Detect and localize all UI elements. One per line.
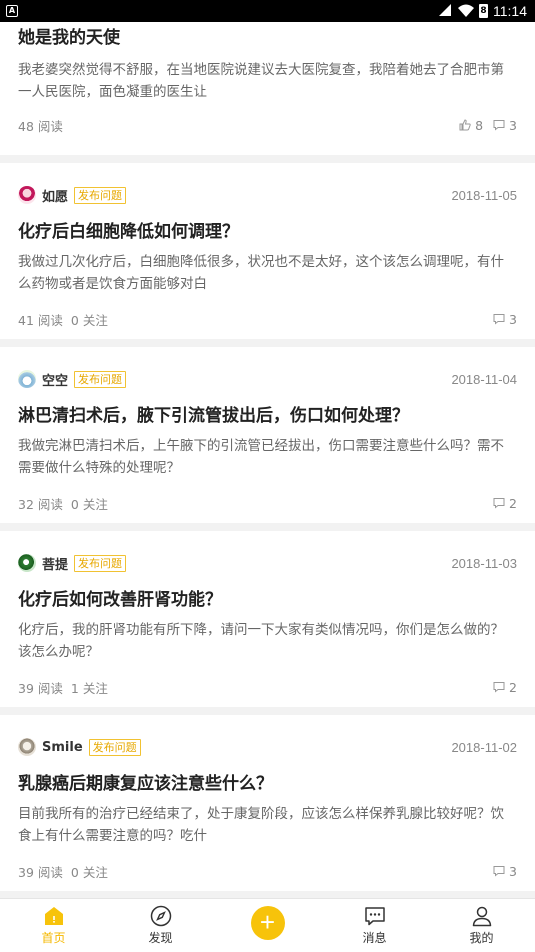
signal-icon bbox=[439, 4, 451, 16]
post-type-badge: 发布问题 bbox=[74, 186, 127, 204]
post-date: 2018-11-05 bbox=[451, 187, 517, 203]
avatar[interactable] bbox=[18, 186, 36, 204]
compass-icon bbox=[150, 905, 171, 927]
post-excerpt: 目前我所有的治疗已经结束了，处于康复阶段，应该怎么样保养乳腺比较好呢？饮食上有什… bbox=[18, 806, 504, 844]
post-title[interactable]: 化疗后如何改善肝肾功能？ bbox=[18, 587, 517, 613]
comment-count: 3 bbox=[509, 311, 517, 327]
tab-home-label: 首页 bbox=[41, 931, 66, 945]
post-date: 2018-11-03 bbox=[451, 555, 517, 571]
post-excerpt: 我做过几次化疗后，白细胞降低很多，状况也不是太好，这个该怎么调理呢，有什么药物或… bbox=[18, 254, 504, 292]
comment-button[interactable]: 2 bbox=[493, 680, 517, 695]
battery-icon: 8 bbox=[479, 4, 488, 18]
author-row: 菩提 发布问题 2018-11-03 bbox=[18, 553, 517, 573]
wifi-icon bbox=[458, 4, 474, 17]
read-count: 41 阅读 bbox=[18, 312, 63, 328]
like-button[interactable]: 8 bbox=[459, 118, 483, 133]
post-type-badge: 发布问题 bbox=[74, 554, 127, 572]
comment-count: 3 bbox=[509, 863, 517, 879]
follow-count: 1 关注 bbox=[70, 680, 108, 696]
author-row: Smile 发布问题 2018-11-02 bbox=[18, 737, 517, 757]
comment-button[interactable]: 2 bbox=[493, 496, 517, 511]
post-type-badge: 发布问题 bbox=[74, 370, 127, 388]
app-notification-icon: A bbox=[6, 5, 18, 17]
post-card[interactable]: 空空 发布问题 2018-11-04 淋巴清扫术后，腋下引流管拔出后，伤口如何处… bbox=[0, 347, 535, 523]
read-count: 39 阅读 bbox=[18, 680, 63, 696]
author-name[interactable]: 菩提 bbox=[42, 554, 68, 573]
post-title[interactable]: 化疗后白细胞降低如何调理？ bbox=[18, 219, 517, 245]
post-date: 2018-11-02 bbox=[451, 739, 517, 755]
post-meta: 32 阅读 0 关注 2 bbox=[18, 493, 517, 513]
bottom-tab-bar: 首页 发现 + 消息 我的 bbox=[0, 898, 535, 952]
comment-button[interactable]: 3 bbox=[493, 118, 517, 133]
author-name[interactable]: 如愿 bbox=[42, 186, 68, 205]
follow-count: 0 关注 bbox=[70, 496, 108, 512]
post-title[interactable]: 淋巴清扫术后，腋下引流管拔出后，伤口如何处理？ bbox=[18, 403, 517, 429]
read-count: 39 阅读 bbox=[18, 864, 63, 880]
home-icon bbox=[44, 907, 63, 925]
avatar[interactable] bbox=[18, 554, 36, 572]
author-row: 如愿 发布问题 2018-11-05 bbox=[18, 185, 517, 205]
comment-count: 3 bbox=[509, 117, 517, 133]
post-excerpt: 我做完淋巴清扫术后，上午腋下的引流管已经拔出，伤口需要注意些什么吗？需不需要做什… bbox=[18, 438, 504, 476]
author-name[interactable]: 空空 bbox=[42, 370, 68, 389]
tab-discover[interactable]: 发现 bbox=[121, 905, 201, 946]
post-excerpt: 我老婆突然觉得不舒服，在当地医院说建议去大医院复查，我陪着她去了合肥市第一人民医… bbox=[18, 62, 504, 100]
post-card[interactable]: Smile 发布问题 2018-11-02 乳腺癌后期康复应该注意些什么？ 目前… bbox=[0, 715, 535, 891]
question-feed[interactable]: 她是我的天使 我老婆突然觉得不舒服，在当地医院说建议去大医院复查，我陪着她去了合… bbox=[0, 22, 535, 898]
avatar[interactable] bbox=[18, 738, 36, 756]
tab-add[interactable]: + bbox=[228, 906, 308, 946]
post-excerpt: 化疗后，我的肝肾功能有所下降，请问一下大家有类似情况吗，你们是怎么做的？该怎么办… bbox=[18, 622, 504, 660]
post-date: 2018-11-04 bbox=[451, 371, 517, 387]
tab-mine-label: 我的 bbox=[469, 931, 494, 945]
read-count: 48 阅读 bbox=[18, 118, 63, 134]
avatar[interactable] bbox=[18, 370, 36, 388]
post-card[interactable]: 如愿 发布问题 2018-11-05 化疗后白细胞降低如何调理？ 我做过几次化疗… bbox=[0, 163, 535, 339]
follow-count: 0 关注 bbox=[70, 864, 108, 880]
tab-discover-label: 发现 bbox=[148, 931, 173, 945]
comment-icon bbox=[493, 120, 505, 131]
post-meta: 39 阅读 0 关注 3 bbox=[18, 861, 517, 881]
author-row: 空空 发布问题 2018-11-04 bbox=[18, 369, 517, 389]
post-title[interactable]: 她是我的天使 bbox=[18, 25, 517, 51]
post-card[interactable]: 她是我的天使 我老婆突然觉得不舒服，在当地医院说建议去大医院复查，我陪着她去了合… bbox=[0, 22, 535, 155]
post-card[interactable]: 菩提 发布问题 2018-11-03 化疗后如何改善肝肾功能？ 化疗后，我的肝肾… bbox=[0, 531, 535, 707]
tab-messages[interactable]: 消息 bbox=[335, 905, 415, 946]
post-meta: 41 阅读 0 关注 3 bbox=[18, 309, 517, 329]
comment-count: 2 bbox=[509, 679, 517, 695]
clock: 11:14 bbox=[493, 3, 527, 19]
status-bar: A 8 11:14 bbox=[0, 0, 535, 22]
tab-mine[interactable]: 我的 bbox=[442, 905, 522, 946]
comment-icon bbox=[493, 314, 505, 325]
post-title[interactable]: 乳腺癌后期康复应该注意些什么？ bbox=[18, 771, 517, 797]
comment-icon bbox=[493, 866, 505, 877]
post-meta: 39 阅读 1 关注 2 bbox=[18, 677, 517, 697]
add-button[interactable]: + bbox=[250, 906, 285, 940]
user-icon bbox=[472, 906, 491, 927]
post-type-badge: 发布问题 bbox=[88, 738, 141, 756]
comment-icon bbox=[493, 682, 505, 693]
comment-icon bbox=[493, 498, 505, 509]
author-name[interactable]: Smile bbox=[42, 740, 83, 755]
like-count: 8 bbox=[475, 117, 484, 133]
comment-count: 2 bbox=[509, 495, 517, 511]
tab-messages-label: 消息 bbox=[362, 931, 387, 945]
comment-button[interactable]: 3 bbox=[493, 312, 517, 327]
follow-count: 0 关注 bbox=[70, 312, 108, 328]
read-count: 32 阅读 bbox=[18, 496, 63, 512]
tab-home[interactable]: 首页 bbox=[14, 905, 94, 946]
comment-button[interactable]: 3 bbox=[493, 864, 517, 879]
post-meta: 48 阅读 8 3 bbox=[18, 115, 517, 135]
message-icon bbox=[364, 907, 385, 926]
thumbs-up-icon bbox=[459, 119, 471, 131]
